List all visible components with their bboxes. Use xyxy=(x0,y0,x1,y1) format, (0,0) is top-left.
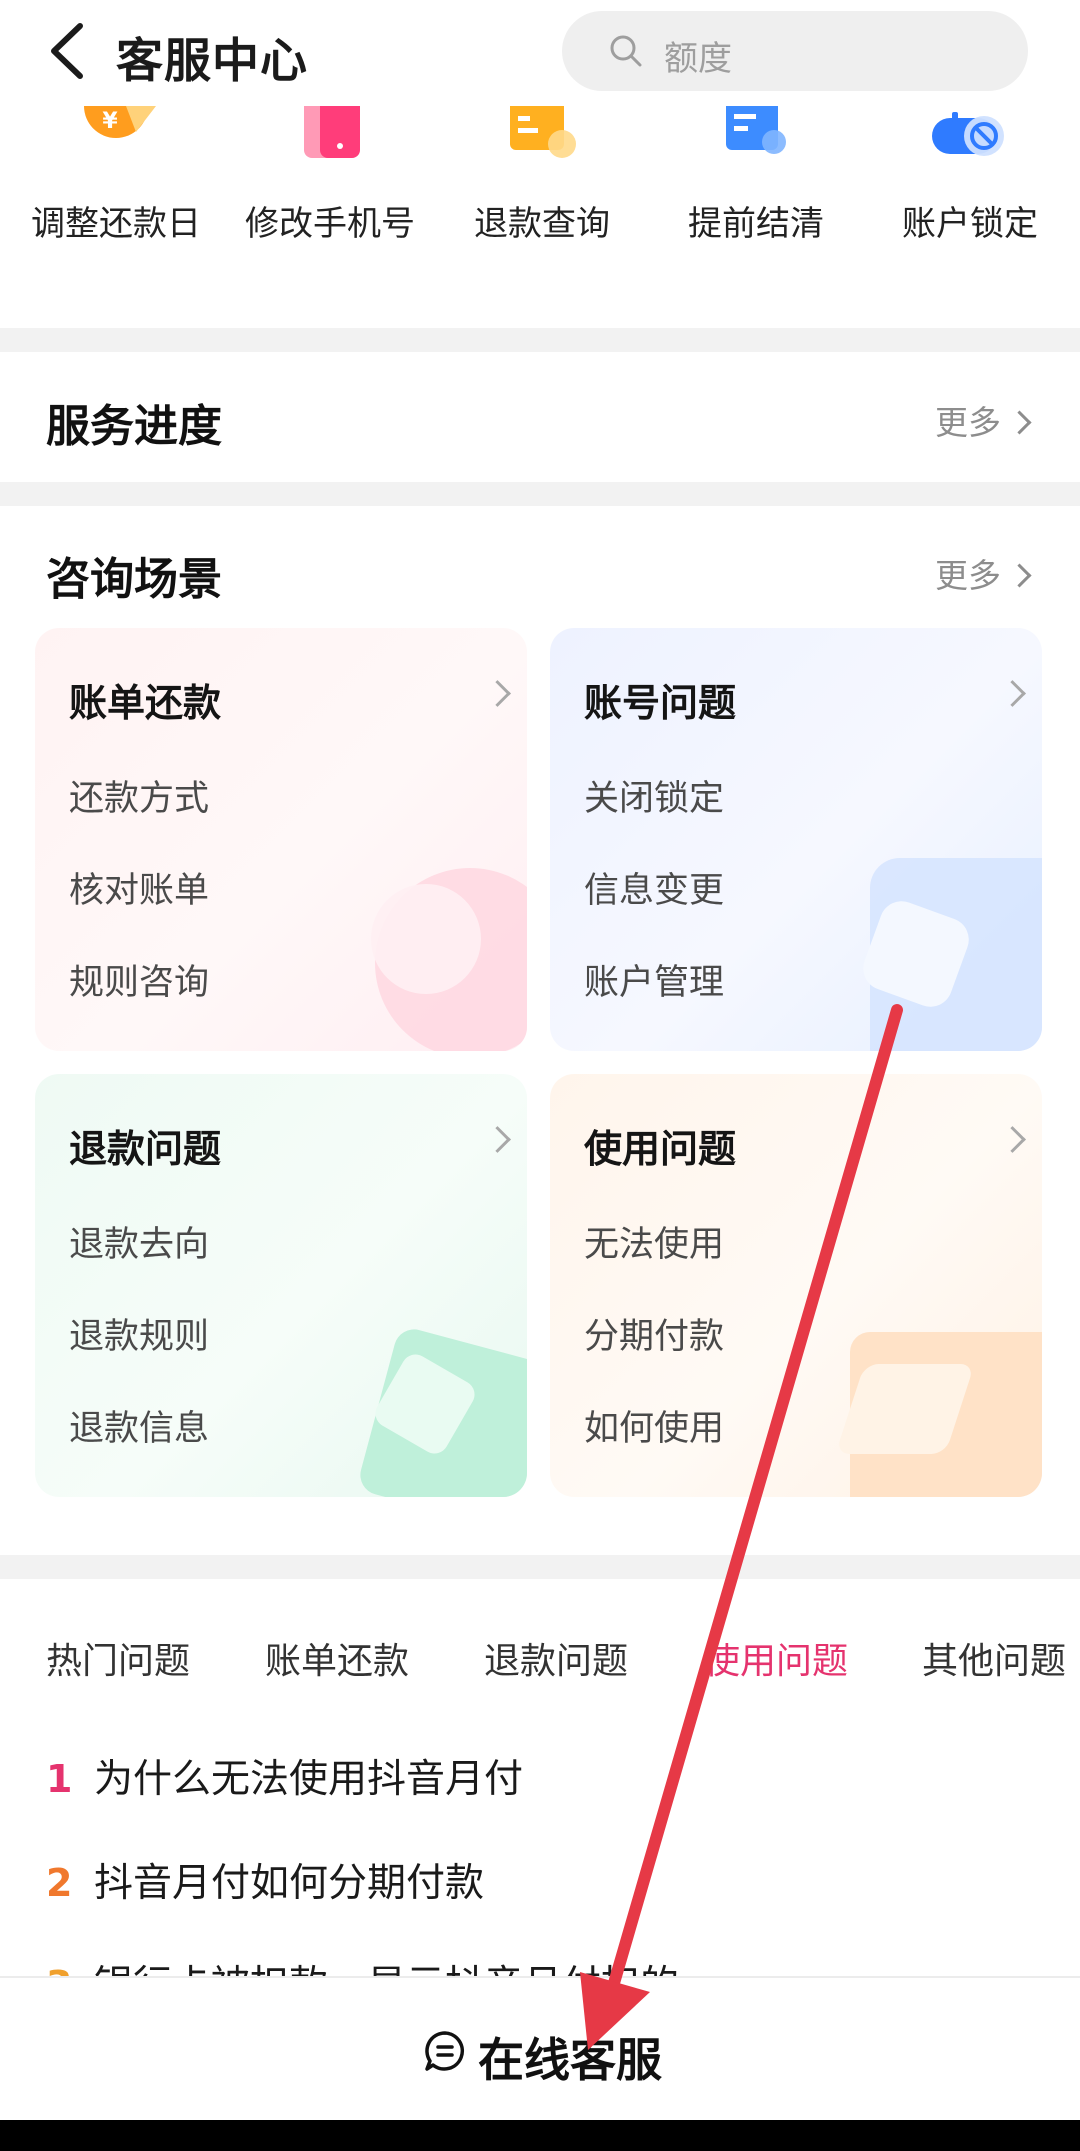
card-item[interactable]: 如何使用 xyxy=(584,1400,724,1451)
faq-question[interactable]: 2 抖音月付如何分期付款 xyxy=(46,1852,484,1908)
card-title: 账号问题 xyxy=(584,681,737,725)
more-label: 更多 xyxy=(935,556,1001,595)
chevron-right-icon xyxy=(484,1126,511,1153)
lock-toggle-icon xyxy=(932,112,1004,156)
card-item[interactable]: 退款信息 xyxy=(69,1400,209,1451)
card-item[interactable]: 账户管理 xyxy=(584,954,724,1005)
card-item[interactable]: 信息变更 xyxy=(584,862,724,913)
yuan-coin-icon: ¥ xyxy=(84,106,156,138)
quick-action-label: 账户锁定 xyxy=(902,204,1038,244)
card-title: 使用问题 xyxy=(584,1127,737,1171)
more-label: 更多 xyxy=(935,403,1001,442)
search-input[interactable]: 额度 xyxy=(562,11,1028,91)
chevron-right-icon xyxy=(1007,563,1032,588)
card-item[interactable]: 规则咨询 xyxy=(69,954,209,1005)
section-divider xyxy=(0,328,1080,352)
question-text: 为什么无法使用抖音月付 xyxy=(94,1757,524,1802)
card-item[interactable]: 退款规则 xyxy=(69,1308,209,1359)
consult-more-link[interactable]: 更多 xyxy=(935,549,1032,597)
tab-refund[interactable]: 退款问题 xyxy=(484,1632,628,1684)
quick-action-label: 修改手机号 xyxy=(245,204,415,244)
card-title: 账单还款 xyxy=(69,681,222,725)
section-divider xyxy=(0,1555,1080,1579)
card-item[interactable]: 无法使用 xyxy=(584,1216,724,1267)
quick-action-label: 退款查询 xyxy=(474,204,610,244)
card-item[interactable]: 还款方式 xyxy=(69,770,209,821)
quick-action-label: 调整还款日 xyxy=(31,204,201,244)
online-service-button[interactable]: 在线客服 xyxy=(478,2024,662,2090)
search-icon xyxy=(610,35,642,67)
tab-usage[interactable]: 使用问题 xyxy=(704,1632,848,1684)
top-bar: 客服中心 额度 xyxy=(0,0,1080,106)
card-decoration xyxy=(371,884,481,994)
settle-card-icon xyxy=(726,106,786,154)
consult-card-usage[interactable]: 使用问题 无法使用 分期付款 如何使用 xyxy=(550,1074,1042,1497)
chevron-right-icon xyxy=(1007,410,1032,435)
service-progress-title: 服务进度 xyxy=(46,401,222,452)
question-number: 2 xyxy=(46,1861,73,1905)
phone-icon xyxy=(304,106,360,158)
back-arrow-icon[interactable] xyxy=(44,20,94,82)
chevron-right-icon xyxy=(999,1126,1026,1153)
quick-action-label: 提前结清 xyxy=(688,204,824,244)
online-service-bar: 在线客服 xyxy=(0,1976,1080,2122)
svg-text:¥: ¥ xyxy=(102,109,118,134)
tab-hot[interactable]: 热门问题 xyxy=(46,1632,190,1684)
chevron-right-icon xyxy=(484,680,511,707)
consult-card-billing[interactable]: 账单还款 还款方式 核对账单 规则咨询 xyxy=(35,628,527,1051)
section-divider xyxy=(0,482,1080,506)
question-text: 抖音月付如何分期付款 xyxy=(94,1861,485,1906)
service-progress-more-link[interactable]: 更多 xyxy=(935,396,1032,444)
consult-card-refund[interactable]: 退款问题 退款去向 退款规则 退款信息 xyxy=(35,1074,527,1497)
tab-billing[interactable]: 账单还款 xyxy=(265,1632,409,1684)
page-title: 客服中心 xyxy=(116,34,308,89)
tab-other[interactable]: 其他问题 xyxy=(922,1632,1066,1684)
consult-title: 咨询场景 xyxy=(46,554,222,605)
card-title: 退款问题 xyxy=(69,1127,222,1171)
card-item[interactable]: 分期付款 xyxy=(584,1308,724,1359)
search-placeholder: 额度 xyxy=(664,39,732,79)
card-item[interactable]: 关闭锁定 xyxy=(584,770,724,821)
question-number: 1 xyxy=(46,1757,73,1801)
faq-tabs: 热门问题 账单还款 退款问题 使用问题 其他问题 xyxy=(0,1618,1080,1698)
quick-actions: ¥ 调整还款日 修改手机号 退款查询 提前结清 账户锁定 xyxy=(0,106,1080,328)
card-item[interactable]: 核对账单 xyxy=(69,862,209,913)
chat-bubble-icon[interactable] xyxy=(424,2030,466,2072)
system-nav-bar xyxy=(0,2120,1080,2151)
card-item[interactable]: 退款去向 xyxy=(69,1216,209,1267)
refund-search-icon xyxy=(510,106,576,158)
chevron-right-icon xyxy=(999,680,1026,707)
consult-card-account[interactable]: 账号问题 关闭锁定 信息变更 账户管理 xyxy=(550,628,1042,1051)
faq-question[interactable]: 1 为什么无法使用抖音月付 xyxy=(46,1748,523,1804)
